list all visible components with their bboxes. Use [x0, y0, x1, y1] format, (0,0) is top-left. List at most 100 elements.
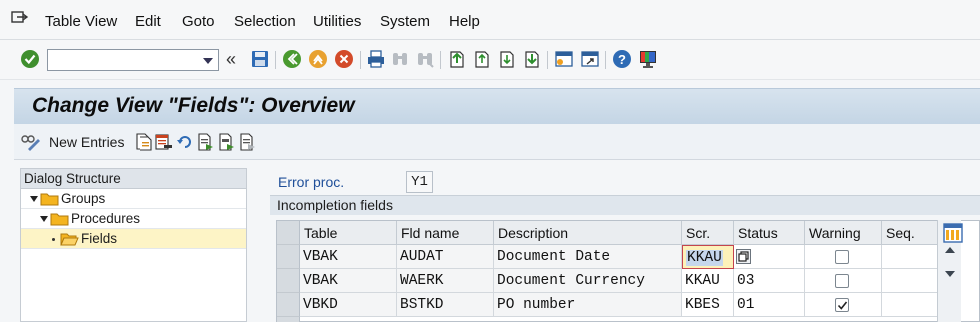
back-icon[interactable]: [282, 49, 302, 69]
cell-sequence-input[interactable]: [882, 269, 938, 293]
row-selector[interactable]: [277, 269, 300, 293]
column-header-description[interactable]: Description: [494, 221, 682, 245]
page-title: Change View "Fields": Overview: [32, 94, 355, 117]
cell-table: VBAK: [300, 245, 397, 269]
warning-checkbox[interactable]: [835, 274, 849, 288]
cell-description: PO number: [494, 293, 682, 317]
select-all-icon[interactable]: [197, 133, 214, 151]
checkmark-icon: [837, 301, 848, 310]
exit-icon[interactable]: [308, 49, 328, 69]
cell-screen-input-focused[interactable]: KKAU: [682, 245, 734, 269]
warning-checkbox-checked[interactable]: [835, 298, 849, 312]
cancel-icon[interactable]: [334, 49, 354, 69]
cell-field-name: AUDAT: [397, 245, 494, 269]
new-entries-button[interactable]: New Entries: [49, 134, 124, 150]
system-menu-icon[interactable]: [11, 11, 29, 27]
save-icon[interactable]: [250, 49, 270, 69]
tree-node-fields[interactable]: Fields: [21, 229, 246, 249]
cell-screen-input[interactable]: KBES: [682, 293, 734, 317]
history-back-icon[interactable]: «: [226, 49, 236, 70]
tree-node-procedures[interactable]: Procedures: [21, 209, 246, 229]
command-field[interactable]: [47, 49, 219, 71]
expand-arrow-icon[interactable]: [40, 216, 48, 222]
value-help-icon[interactable]: [736, 249, 751, 264]
deselect-all-icon[interactable]: [239, 133, 256, 151]
undo-change-icon[interactable]: [176, 133, 193, 151]
enter-check-icon[interactable]: [20, 49, 40, 69]
generate-shortcut-icon[interactable]: [580, 49, 600, 69]
find-icon[interactable]: [390, 49, 410, 69]
scroll-down-icon[interactable]: [945, 270, 955, 278]
cell-status-input[interactable]: 03: [734, 269, 805, 293]
cell-sequence-input[interactable]: [882, 245, 938, 269]
screen-value: KKAU: [686, 250, 723, 266]
menu-edit[interactable]: Edit: [135, 13, 161, 30]
cell-warning: [805, 293, 882, 317]
column-header-warning[interactable]: Warning: [805, 221, 882, 245]
dialog-structure-panel: Dialog Structure Groups Procedures Field…: [20, 168, 247, 322]
cell-sequence-input[interactable]: [882, 293, 938, 317]
command-input[interactable]: [48, 50, 194, 70]
cell-screen-input[interactable]: KKAU: [682, 269, 734, 293]
last-page-icon[interactable]: [522, 49, 542, 69]
cell-field-name: WAERK: [397, 269, 494, 293]
expand-arrow-icon[interactable]: [30, 196, 38, 202]
toolbar-separator: [440, 51, 441, 69]
select-all-column-header[interactable]: [277, 221, 300, 245]
table-settings-icon[interactable]: [943, 223, 963, 243]
tree-node-label: Groups: [61, 191, 106, 206]
cell-status-input[interactable]: 01: [734, 293, 805, 317]
incompletion-fields-header: Incompletion fields: [270, 195, 980, 215]
row-selector[interactable]: [277, 317, 300, 322]
open-folder-icon: [60, 233, 79, 246]
find-next-icon[interactable]: [415, 49, 435, 69]
standard-toolbar: « ?: [0, 40, 980, 80]
print-icon[interactable]: [366, 49, 386, 69]
toolbar-separator: [605, 51, 606, 69]
column-header-table[interactable]: Table: [300, 221, 397, 245]
scroll-up-icon[interactable]: [945, 246, 955, 254]
application-toolbar: New Entries: [14, 124, 980, 160]
copy-as-icon[interactable]: [135, 133, 152, 151]
tree-node-groups[interactable]: Groups: [21, 189, 246, 209]
row-selector[interactable]: [277, 245, 300, 269]
folder-icon: [40, 193, 59, 206]
row-selector[interactable]: [277, 293, 300, 317]
menu-utilities[interactable]: Utilities: [313, 13, 361, 30]
column-header-field-name[interactable]: Fld name: [397, 221, 494, 245]
next-page-icon[interactable]: [497, 49, 517, 69]
screen-title-bar: Change View "Fields": Overview: [14, 88, 980, 124]
delete-icon[interactable]: [155, 133, 172, 151]
cell-warning: [805, 269, 882, 293]
column-header-screen[interactable]: Scr.: [682, 221, 734, 245]
menu-selection[interactable]: Selection: [234, 13, 296, 30]
tree-node-label: Fields: [81, 231, 118, 246]
cell-status-input[interactable]: [734, 245, 805, 269]
tree-node-label: Procedures: [71, 211, 141, 226]
column-header-sequence[interactable]: Seq.: [882, 221, 938, 245]
menu-system[interactable]: System: [380, 13, 430, 30]
error-proc-field: Y1: [406, 171, 433, 193]
folder-icon: [50, 213, 69, 226]
toolbar-separator: [275, 51, 276, 69]
help-icon[interactable]: ?: [612, 49, 632, 69]
first-page-icon[interactable]: [447, 49, 467, 69]
leaf-bullet-icon: [52, 238, 55, 241]
cell-description: Document Currency: [494, 269, 682, 293]
menu-bar: Table View Edit Goto Selection Utilities…: [0, 0, 980, 40]
chevron-down-icon[interactable]: [203, 58, 213, 64]
select-block-icon[interactable]: [218, 133, 235, 151]
warning-checkbox[interactable]: [835, 250, 849, 264]
menu-goto[interactable]: Goto: [182, 13, 215, 30]
cell-warning: [805, 245, 882, 269]
menu-help[interactable]: Help: [449, 13, 480, 30]
column-header-status[interactable]: Status: [734, 221, 805, 245]
cell-table: VBAK: [300, 269, 397, 293]
create-session-icon[interactable]: [554, 49, 574, 69]
incompletion-fields-table: Table Fld name Description Scr. Status W…: [276, 220, 980, 322]
svg-text:?: ?: [618, 52, 626, 67]
menu-table-view[interactable]: Table View: [45, 13, 117, 30]
display-change-icon[interactable]: [19, 133, 41, 151]
customize-layout-icon[interactable]: [638, 49, 658, 69]
previous-page-icon[interactable]: [472, 49, 492, 69]
